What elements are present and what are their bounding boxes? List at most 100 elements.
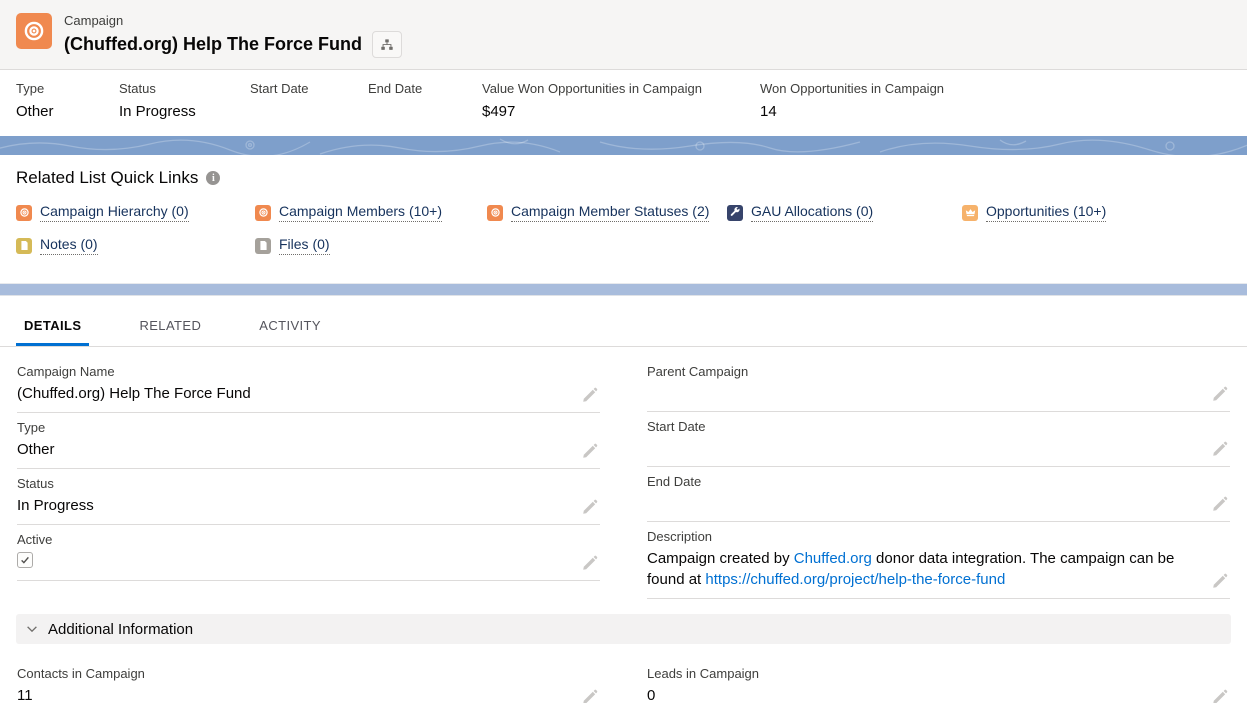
info-icon[interactable]: i	[206, 171, 220, 185]
description-link[interactable]: https://chuffed.org/project/help-the-for…	[705, 571, 1005, 588]
field-value	[647, 493, 1200, 513]
edit-pencil-icon[interactable]	[582, 499, 598, 515]
description-link[interactable]: Chuffed.org	[794, 550, 872, 567]
spacer	[0, 272, 1247, 283]
campaign-icon	[16, 13, 52, 49]
highlight-field-start-date: Start Date	[250, 81, 368, 121]
hierarchy-icon	[380, 38, 394, 52]
quicklink-label: Campaign Members (10+)	[279, 203, 442, 222]
field-label: Type	[17, 420, 570, 435]
note-icon	[16, 238, 32, 254]
details-form: Campaign Name(Chuffed.org) Help The Forc…	[0, 347, 1247, 599]
field-active: Active	[17, 525, 600, 581]
quicklink-files[interactable]: Files (0)	[255, 236, 330, 255]
edit-pencil-icon[interactable]	[1212, 689, 1228, 703]
header-text: Campaign (Chuffed.org) Help The Force Fu…	[64, 13, 402, 58]
edit-pencil-icon[interactable]	[1212, 441, 1228, 457]
edit-pencil-icon[interactable]	[1212, 386, 1228, 402]
field-label: End Date	[647, 474, 1200, 489]
quicklink-label: Campaign Member Statuses (2)	[511, 203, 709, 222]
details-left-column: Campaign Name(Chuffed.org) Help The Forc…	[17, 357, 600, 581]
quicklink-gau-allocations[interactable]: GAU Allocations (0)	[727, 203, 873, 222]
field-contacts-in-campaign: Contacts in Campaign 11	[17, 659, 600, 703]
highlight-label: Value Won Opportunities in Campaign	[482, 81, 746, 96]
edit-pencil-icon[interactable]	[582, 689, 598, 703]
quicklink-label: Notes (0)	[40, 236, 98, 255]
field-campaign-name: Campaign Name(Chuffed.org) Help The Forc…	[17, 357, 600, 413]
field-value: Other	[17, 439, 570, 460]
field-status: StatusIn Progress	[17, 469, 600, 525]
additional-information-section-header[interactable]: Additional Information	[16, 614, 1231, 644]
tab-bar: DETAILS RELATED ACTIVITY	[0, 305, 1247, 347]
quicklinks-title: Related List Quick Links	[16, 168, 198, 188]
tab-activity[interactable]: ACTIVITY	[251, 305, 329, 346]
field-value: Campaign created by Chuffed.org donor da…	[647, 548, 1200, 590]
field-end-date: End Date	[647, 467, 1230, 522]
description-text: Campaign created by	[647, 550, 794, 567]
additional-left-column: Contacts in Campaign11Responses in Campa…	[17, 659, 600, 703]
record-header: Campaign (Chuffed.org) Help The Force Fu…	[0, 0, 1247, 69]
edit-pencil-icon[interactable]	[1212, 496, 1228, 512]
additional-right-column: Leads in Campaign0Converted Leads in Cam…	[647, 659, 1230, 703]
quicklink-label: GAU Allocations (0)	[751, 203, 873, 222]
quicklink-label: Opportunities (10+)	[986, 203, 1106, 222]
field-value: 11	[17, 685, 570, 703]
campaign-record-page: Campaign (Chuffed.org) Help The Force Fu…	[0, 0, 1247, 703]
decorative-band-textured	[0, 136, 1247, 155]
edit-pencil-icon[interactable]	[582, 387, 598, 403]
campaign-icon	[16, 205, 32, 221]
field-start-date: Start Date	[647, 412, 1230, 467]
details-right-column: Parent Campaign Start Date End Date Descrip…	[647, 357, 1230, 599]
quicklink-notes[interactable]: Notes (0)	[16, 236, 98, 255]
campaign-icon	[487, 205, 503, 221]
crown-icon	[962, 205, 978, 221]
quicklinks-card: Related List Quick Links i Campaign Hier…	[0, 155, 1247, 272]
file-icon	[255, 238, 271, 254]
quicklink-campaign-hierarchy[interactable]: Campaign Hierarchy (0)	[16, 203, 189, 222]
edit-pencil-icon[interactable]	[582, 443, 598, 459]
hierarchy-button[interactable]	[372, 31, 402, 58]
quicklink-campaign-members[interactable]: Campaign Members (10+)	[255, 203, 442, 222]
highlight-value	[368, 103, 468, 121]
highlight-value: 14	[760, 103, 944, 121]
tab-details[interactable]: DETAILS	[16, 305, 89, 346]
highlight-value: In Progress	[119, 103, 236, 121]
entity-label: Campaign	[64, 13, 402, 28]
highlight-label: Won Opportunities in Campaign	[760, 81, 944, 96]
highlight-value: Other	[16, 103, 105, 121]
highlight-label: Start Date	[250, 81, 354, 96]
wrench-icon	[727, 205, 743, 221]
campaign-icon	[255, 205, 271, 221]
field-label: Contacts in Campaign	[17, 666, 570, 681]
field-label: Active	[17, 532, 570, 547]
field-label: Status	[17, 476, 570, 491]
field-value	[17, 551, 570, 572]
checkbox-active[interactable]	[17, 552, 33, 568]
details-card: DETAILS RELATED ACTIVITY Campaign Name(Chu…	[0, 305, 1247, 703]
edit-pencil-icon[interactable]	[582, 555, 598, 571]
additional-information-form: Contacts in Campaign11Responses in Campa…	[0, 649, 1247, 703]
highlight-label: End Date	[368, 81, 468, 96]
field-label: Start Date	[647, 419, 1200, 434]
quicklinks-grid: Campaign Hierarchy (0) Campaign Members (…	[16, 203, 1231, 255]
edit-pencil-icon[interactable]	[1212, 573, 1228, 589]
field-label: Campaign Name	[17, 364, 570, 379]
field-label: Parent Campaign	[647, 364, 1200, 379]
field-value	[647, 438, 1200, 458]
spacer	[0, 296, 1247, 305]
field-description: DescriptionCampaign created by Chuffed.o…	[647, 522, 1230, 599]
page-title: (Chuffed.org) Help The Force Fund	[64, 34, 362, 55]
tab-related[interactable]: RELATED	[131, 305, 209, 346]
highlight-value	[250, 103, 354, 121]
decorative-band-solid	[0, 283, 1247, 296]
highlights-panel: TypeOtherStatusIn ProgressStart DateEnd …	[0, 69, 1247, 136]
highlight-field-value-won-opportunities-in-campaign: Value Won Opportunities in Campaign$497	[482, 81, 760, 121]
highlight-field-won-opportunities-in-campaign: Won Opportunities in Campaign 14	[760, 81, 958, 121]
field-leads-in-campaign: Leads in Campaign0	[647, 659, 1230, 703]
quicklink-campaign-member-statuses[interactable]: Campaign Member Statuses (2)	[487, 203, 709, 222]
section-title: Additional Information	[48, 621, 193, 638]
highlight-field-end-date: End Date	[368, 81, 482, 121]
quicklink-opportunities[interactable]: Opportunities (10+)	[962, 203, 1106, 222]
highlight-field-status: StatusIn Progress	[119, 81, 250, 121]
quicklink-label: Campaign Hierarchy (0)	[40, 203, 189, 222]
